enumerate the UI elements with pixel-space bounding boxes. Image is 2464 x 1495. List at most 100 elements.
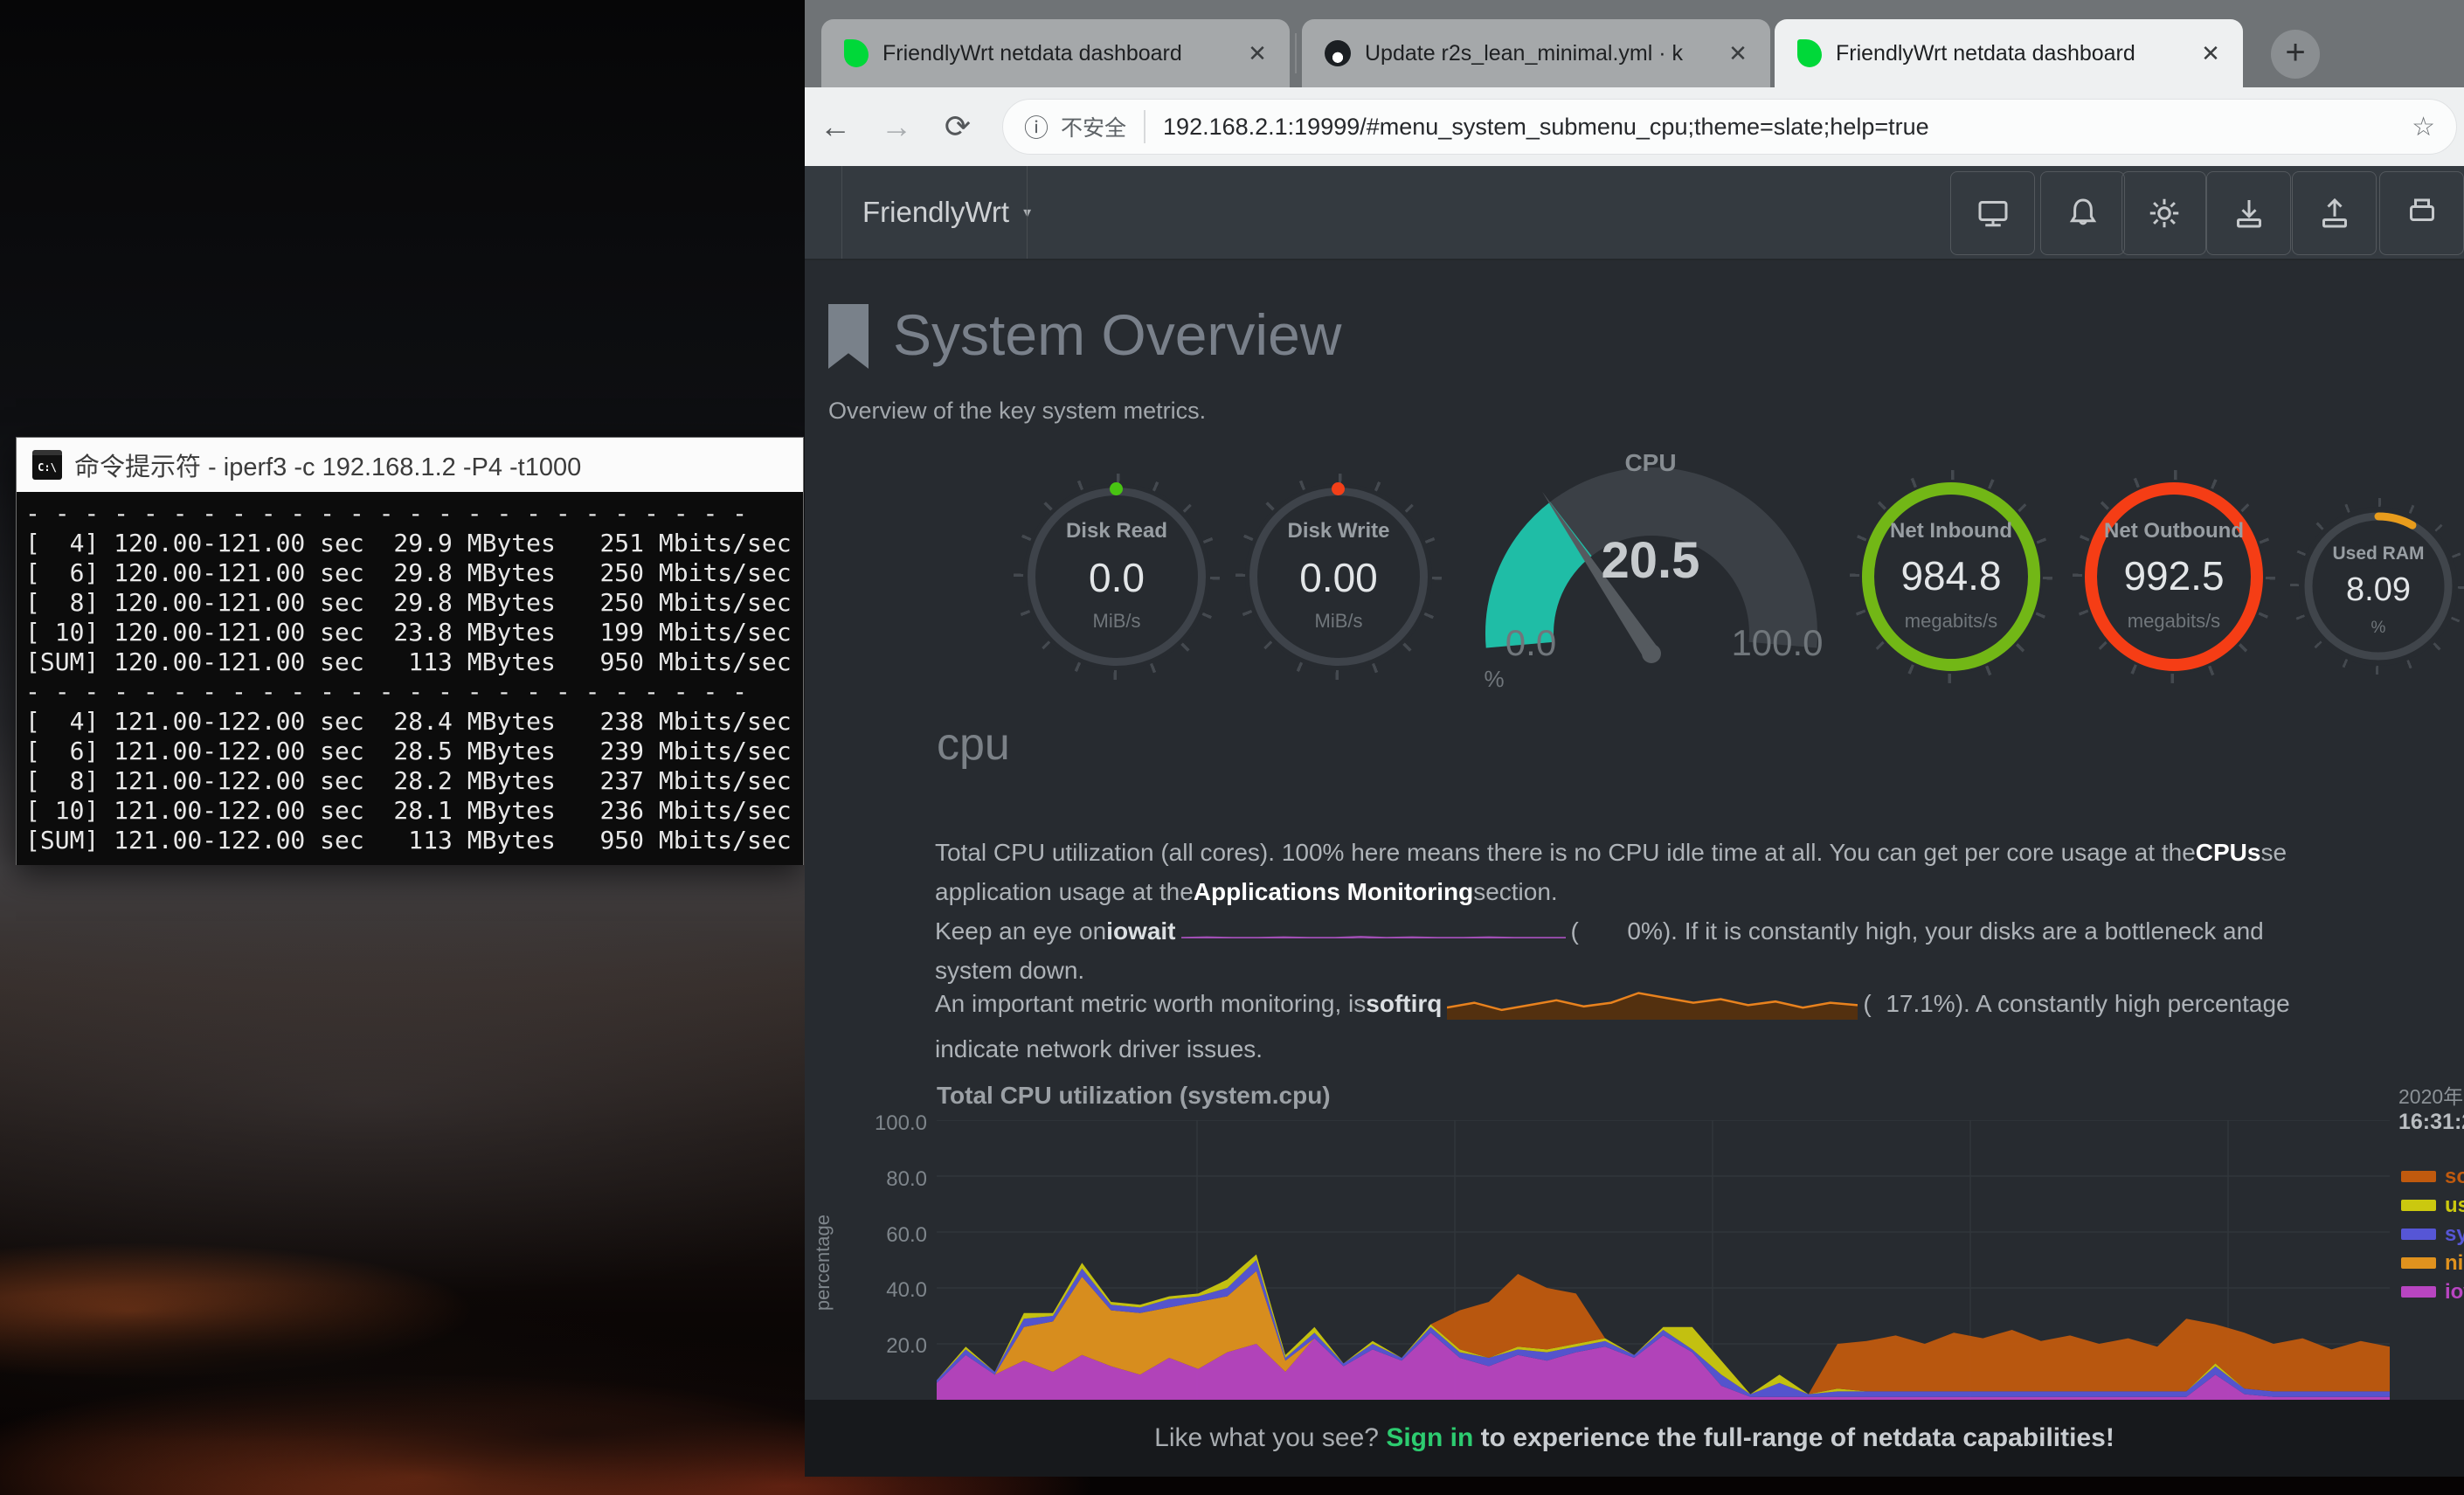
cpus-link[interactable]: CPUs — [2196, 833, 2261, 872]
host-name: FriendlyWrt — [862, 196, 1009, 229]
terminal-line: [ 4] 120.00-121.00 sec 29.9 MBytes 251 M… — [25, 529, 803, 558]
banner-text-bold: to experience the full-range of netdata … — [1473, 1423, 2114, 1452]
browser-toolbar: ← → ⟳ ⓘ 不安全 192.168.2.1:19999/#menu_syst… — [805, 87, 2464, 166]
security-label[interactable]: 不安全 — [1061, 111, 1126, 142]
tab-divider — [1295, 33, 1297, 73]
info-icon[interactable]: ⓘ — [1024, 109, 1049, 144]
bookmark-star-icon[interactable]: ☆ — [2412, 112, 2435, 142]
cpu-gauge-unit: % — [1484, 666, 1504, 692]
bookmark-icon — [828, 304, 869, 369]
terminal-line: [ 8] 120.00-121.00 sec 29.8 MBytes 250 M… — [25, 588, 803, 618]
legend-item-iowait[interactable]: iowait — [2401, 1277, 2464, 1306]
legend-swatch — [2401, 1229, 2436, 1240]
settings-button[interactable] — [2121, 171, 2206, 255]
softirq-sparkline — [1447, 988, 1858, 1020]
chart-legend: softirq user system niceiowait — [2401, 1162, 2464, 1306]
tab-label: FriendlyWrt netdata dashboard — [882, 41, 1230, 66]
terminal-line: [ 4] 121.00-122.00 sec 28.4 MBytes 238 M… — [25, 707, 803, 737]
applications-monitoring-link[interactable]: Applications Monitoring — [1194, 872, 1473, 911]
gauge-disk-read: Disk Read 0.0 MiB/s — [1014, 474, 1220, 680]
legend-swatch — [2401, 1200, 2436, 1211]
tab-label: FriendlyWrt netdata dashboard — [1836, 41, 2184, 66]
legend-label: nice — [2445, 1251, 2464, 1276]
desktop: C:\ 命令提示符 - iperf3 -c 192.168.1.2 -P4 -t… — [0, 0, 2464, 1495]
host-dropdown[interactable]: FriendlyWrt ▾ — [862, 166, 1031, 259]
legend-swatch — [2401, 1257, 2436, 1269]
terminal-titlebar[interactable]: C:\ 命令提示符 - iperf3 -c 192.168.1.2 -P4 -t… — [17, 438, 803, 492]
cpu-description-line3: Keep an eye on iowait (0%). If it is con… — [935, 911, 2464, 951]
url-text[interactable]: 192.168.2.1:19999/#menu_system_submenu_c… — [1163, 114, 2403, 141]
forward-button[interactable]: → — [866, 108, 927, 145]
netdata-favicon-icon — [844, 39, 869, 67]
tab-github[interactable]: Update r2s_lean_minimal.yml · k ✕ — [1302, 19, 1770, 87]
terminal-line: [SUM] 120.00-121.00 sec 113 MBytes 950 M… — [25, 647, 803, 677]
gauge-net-outbound: Net Outbound 992.5 megabits/s — [2073, 470, 2275, 683]
cpu-description-line2: application usage at the Applications Mo… — [935, 872, 2464, 911]
y-tick-label: 80.0 — [866, 1167, 927, 1192]
import-button[interactable] — [2206, 171, 2291, 255]
sign-in-link[interactable]: Sign in — [1386, 1423, 1473, 1452]
terminal-line: [ 6] 121.00-122.00 sec 28.5 MBytes 239 M… — [25, 737, 803, 766]
cpu-gauge-label: CPU — [1624, 449, 1676, 476]
tab-close-icon[interactable]: ✕ — [2196, 38, 2225, 68]
legend-item-user[interactable]: user — [2401, 1191, 2464, 1220]
y-tick-label: 100.0 — [866, 1111, 927, 1136]
gauge-dot — [1332, 482, 1345, 495]
alarms-button[interactable] — [2040, 171, 2125, 255]
gear-icon — [2147, 196, 2182, 231]
omnibox-divider — [1144, 110, 1145, 143]
tab-friendlywrt-2-active[interactable]: FriendlyWrt netdata dashboard ✕ — [1775, 19, 2243, 87]
gauge-used-ram: Used RAM 8.09 % — [2301, 509, 2456, 664]
cpu-description-line6: indicate network driver issues. — [935, 1029, 2464, 1069]
terminal-title: 命令提示符 - iperf3 -c 192.168.1.2 -P4 -t1000 — [74, 446, 581, 483]
page-title: System Overview — [893, 304, 1341, 365]
legend-label: system — [2445, 1222, 2464, 1247]
y-tick-label: 20.0 — [866, 1334, 927, 1359]
printer-icon — [2405, 196, 2440, 231]
terminal-line: [ 8] 121.00-122.00 sec 28.2 MBytes 237 M… — [25, 766, 803, 796]
gauge-net-inbound: Net Inbound 984.8 megabits/s — [1850, 470, 2052, 683]
navbar-divider — [1027, 166, 1028, 259]
tab-close-icon[interactable]: ✕ — [1242, 38, 1272, 68]
upload-icon — [2317, 196, 2352, 231]
terminal-output[interactable]: - - - - - - - - - - - - - - - - - - - - … — [17, 492, 803, 865]
signin-banner: Like what you see? Sign in to experience… — [805, 1400, 2464, 1477]
legend-item-softirq[interactable]: softirq — [2401, 1162, 2464, 1191]
terminal-window[interactable]: C:\ 命令提示符 - iperf3 -c 192.168.1.2 -P4 -t… — [16, 437, 804, 865]
section-title-cpu: cpu — [937, 718, 1010, 771]
address-bar[interactable]: ⓘ 不安全 192.168.2.1:19999/#menu_system_sub… — [1002, 99, 2457, 155]
legend-swatch — [2401, 1171, 2436, 1182]
print-button[interactable] — [2379, 171, 2464, 255]
chart-title: Total CPU utilization (system.cpu) — [937, 1082, 1331, 1110]
back-button[interactable]: ← — [805, 108, 866, 145]
legend-label: softirq — [2445, 1165, 2464, 1189]
tab-close-icon[interactable]: ✕ — [1723, 38, 1753, 68]
navbar-divider — [841, 166, 842, 259]
tab-strip: FriendlyWrt netdata dashboard ✕ Update r… — [805, 0, 2464, 87]
tab-label: Update r2s_lean_minimal.yml · k — [1365, 41, 1711, 66]
terminal-line: [ 10] 121.00-122.00 sec 28.1 MBytes 236 … — [25, 796, 803, 826]
y-axis-label: percentage — [812, 1215, 834, 1311]
gauge-dot — [1110, 482, 1123, 495]
gauge-cpu: CPU 20.5 0.0 % 100.0 — [1463, 437, 1838, 699]
bell-icon — [2066, 196, 2101, 231]
monitor-icon — [1976, 196, 2011, 231]
export-button[interactable] — [2292, 171, 2377, 255]
cpu-utilization-chart[interactable] — [937, 1120, 2390, 1400]
reload-button[interactable]: ⟳ — [927, 108, 988, 145]
legend-item-system[interactable]: system — [2401, 1220, 2464, 1249]
terminal-line: - - - - - - - - - - - - - - - - - - - - … — [25, 499, 803, 529]
legend-item-nice[interactable]: nice — [2401, 1249, 2464, 1277]
cpu-gauge-min: 0.0 — [1505, 622, 1556, 663]
download-icon — [2232, 196, 2267, 231]
netdata-favicon-icon — [1797, 39, 1822, 67]
gauge-disk-write: Disk Write 0.00 MiB/s — [1235, 474, 1442, 680]
new-tab-button[interactable]: + — [2271, 30, 2320, 79]
tab-friendlywrt-1[interactable]: FriendlyWrt netdata dashboard ✕ — [821, 19, 1290, 87]
nodes-view-button[interactable] — [1950, 171, 2035, 255]
browser-window: FriendlyWrt netdata dashboard ✕ Update r… — [805, 0, 2464, 1477]
github-favicon-icon — [1325, 40, 1351, 66]
y-tick-label: 60.0 — [866, 1223, 927, 1248]
legend-label: user — [2445, 1194, 2464, 1218]
terminal-line: [ 6] 120.00-121.00 sec 29.8 MBytes 250 M… — [25, 558, 803, 588]
